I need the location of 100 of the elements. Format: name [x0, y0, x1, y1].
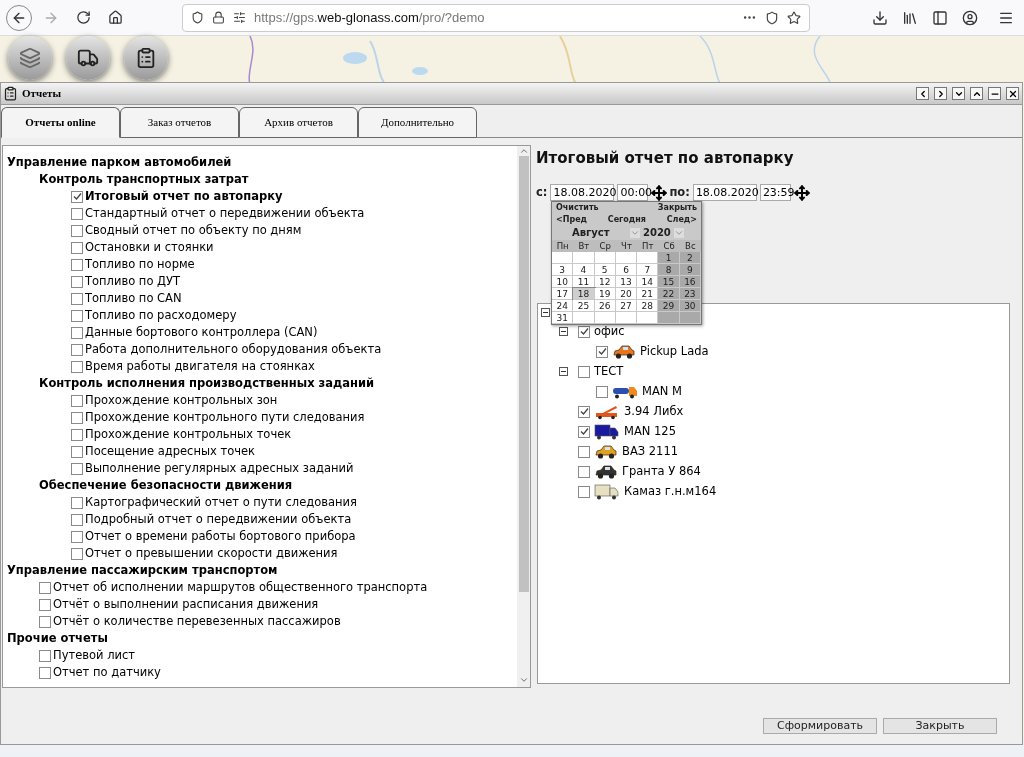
checkbox[interactable] — [39, 598, 51, 611]
vehicle-label[interactable]: Гранта У 864 — [622, 462, 701, 481]
checkbox[interactable] — [71, 241, 83, 254]
report-item[interactable]: Топливо по ДУТ — [85, 272, 181, 291]
next-link[interactable]: След> — [666, 213, 697, 226]
report-item[interactable]: Работа дополнительного оборудования объекта — [85, 340, 382, 359]
checkbox[interactable] — [71, 224, 83, 237]
report-item[interactable]: Топливо по расходомеру — [85, 306, 237, 325]
checkbox[interactable] — [71, 360, 83, 373]
checkbox[interactable] — [71, 190, 83, 203]
checkbox[interactable] — [71, 462, 83, 475]
scrollbar-thumb[interactable] — [518, 156, 529, 592]
move-icon[interactable] — [793, 184, 810, 201]
move-icon[interactable] — [651, 184, 668, 201]
report-item[interactable]: Топливо по норме — [85, 255, 195, 274]
scroll-up-icon[interactable] — [518, 146, 529, 156]
report-item[interactable]: Посещение адресных точек — [85, 442, 256, 461]
calendar-day[interactable]: 18 — [573, 287, 595, 300]
tab[interactable]: Заказ отчетов — [120, 107, 239, 138]
download-icon[interactable] — [872, 9, 888, 26]
vehicle-label[interactable]: ТЕСТ — [594, 362, 624, 381]
month-select[interactable]: Август — [556, 225, 640, 240]
report-item[interactable]: Путевой лист — [53, 646, 136, 665]
report-item[interactable]: Прохождение контрольного пути следования — [85, 408, 365, 427]
checkbox[interactable] — [71, 411, 83, 424]
checkbox[interactable] — [71, 309, 83, 322]
date-field[interactable]: 18.08.2020 — [550, 184, 615, 201]
generate-button[interactable]: Сформировать — [763, 718, 877, 734]
vehicle-label[interactable]: ВАЗ 2111 — [622, 442, 679, 461]
year-select[interactable]: 2020 — [643, 225, 684, 240]
report-item[interactable]: Отчёт о количестве перевезенных пассажиров — [53, 612, 341, 631]
vehicle-label[interactable]: Камаз г.н.м164 — [624, 482, 717, 501]
clear-link[interactable]: Очистить — [556, 201, 599, 214]
minimize-button[interactable] — [988, 87, 1001, 100]
report-item[interactable]: Сводный отчет по объекту по дням — [85, 221, 302, 240]
checkbox[interactable] — [71, 343, 83, 356]
tab[interactable]: Отчеты online — [1, 107, 120, 138]
checkbox[interactable] — [578, 485, 590, 498]
report-item[interactable]: Топливо по CAN — [85, 289, 182, 308]
checkbox[interactable] — [71, 326, 83, 339]
previous-link[interactable]: <Пред — [556, 213, 587, 226]
checkbox[interactable] — [71, 394, 83, 407]
library-icon[interactable] — [902, 9, 918, 26]
checkbox[interactable] — [39, 666, 51, 679]
checkbox[interactable] — [71, 513, 83, 526]
checkbox[interactable] — [578, 425, 590, 438]
report-item[interactable]: Отчет о превышении скорости движения — [85, 544, 338, 563]
collapse-icon[interactable] — [559, 327, 568, 336]
report-item[interactable]: Время работы двигателя на стоянках — [85, 357, 315, 376]
close-button[interactable] — [1006, 87, 1019, 100]
vehicle-label[interactable]: 3.94 Либх — [624, 402, 684, 421]
report-item[interactable]: Прохождение контрольных зон — [85, 391, 278, 410]
expand-button[interactable] — [970, 87, 983, 100]
vehicle-label[interactable]: MAN 125 — [624, 422, 676, 441]
date-field[interactable]: 18.08.2020 — [692, 184, 757, 201]
tab[interactable]: Архив отчетов — [239, 107, 358, 138]
report-item[interactable]: Прохождение контрольных точек — [85, 425, 292, 444]
report-item[interactable]: Выполнение регулярных адресных заданий — [85, 459, 354, 478]
checkbox[interactable] — [71, 292, 83, 305]
report-item[interactable]: Данные бортового контроллера (CAN) — [85, 323, 318, 342]
report-item[interactable]: Подробный отчет о передвижении объекта — [85, 510, 352, 529]
report-item[interactable]: Стандартный отчет о передвижении объекта — [85, 204, 365, 223]
collapse-button[interactable] — [952, 87, 965, 100]
collapse-icon[interactable] — [541, 308, 550, 317]
checkbox[interactable] — [578, 445, 590, 458]
tab[interactable]: Дополнительно — [358, 107, 477, 138]
checkbox[interactable] — [578, 405, 590, 418]
checkbox[interactable] — [596, 385, 608, 398]
account-icon[interactable] — [962, 9, 978, 26]
report-item[interactable]: Остановки и стоянки — [85, 238, 214, 257]
sidebar-icon[interactable] — [932, 9, 948, 26]
checkbox[interactable] — [71, 428, 83, 441]
checkbox[interactable] — [71, 496, 83, 509]
report-item[interactable]: Отчет по датчику — [53, 663, 161, 682]
checkbox[interactable] — [578, 325, 590, 338]
report-item[interactable]: Отчет о времени работы бортового прибора — [85, 527, 356, 546]
vehicle-label[interactable]: MAN M — [642, 382, 682, 401]
scroll-down-icon[interactable] — [518, 675, 529, 685]
today-link[interactable]: Сегодня — [607, 213, 646, 226]
checkbox[interactable] — [71, 445, 83, 458]
address-bar[interactable]: https://gps.web-glonass.com/pro/?demo — [182, 3, 810, 32]
checkbox[interactable] — [71, 275, 83, 288]
star-icon[interactable] — [787, 10, 801, 25]
checkbox[interactable] — [578, 465, 590, 478]
report-item[interactable]: Картографический отчет о пути следования — [85, 493, 357, 512]
checkbox[interactable] — [39, 615, 51, 628]
vehicle-label[interactable]: офис — [594, 322, 625, 341]
checkbox[interactable] — [39, 581, 51, 594]
vehicle-label[interactable]: Pickup Lada — [640, 342, 709, 361]
checkbox[interactable] — [71, 258, 83, 271]
close-link[interactable]: Закрыть — [657, 201, 697, 214]
checkbox[interactable] — [71, 530, 83, 543]
checkbox[interactable] — [39, 649, 51, 662]
collapse-icon[interactable] — [559, 367, 568, 376]
checkbox[interactable] — [578, 365, 590, 378]
checkbox[interactable] — [71, 547, 83, 560]
close-button[interactable]: Закрыть — [883, 718, 997, 734]
report-item[interactable]: Отчёт о выполнении расписания движения — [53, 595, 319, 614]
report-item[interactable]: Итоговый отчет по автопарку — [85, 187, 283, 206]
next-button[interactable] — [934, 87, 947, 100]
